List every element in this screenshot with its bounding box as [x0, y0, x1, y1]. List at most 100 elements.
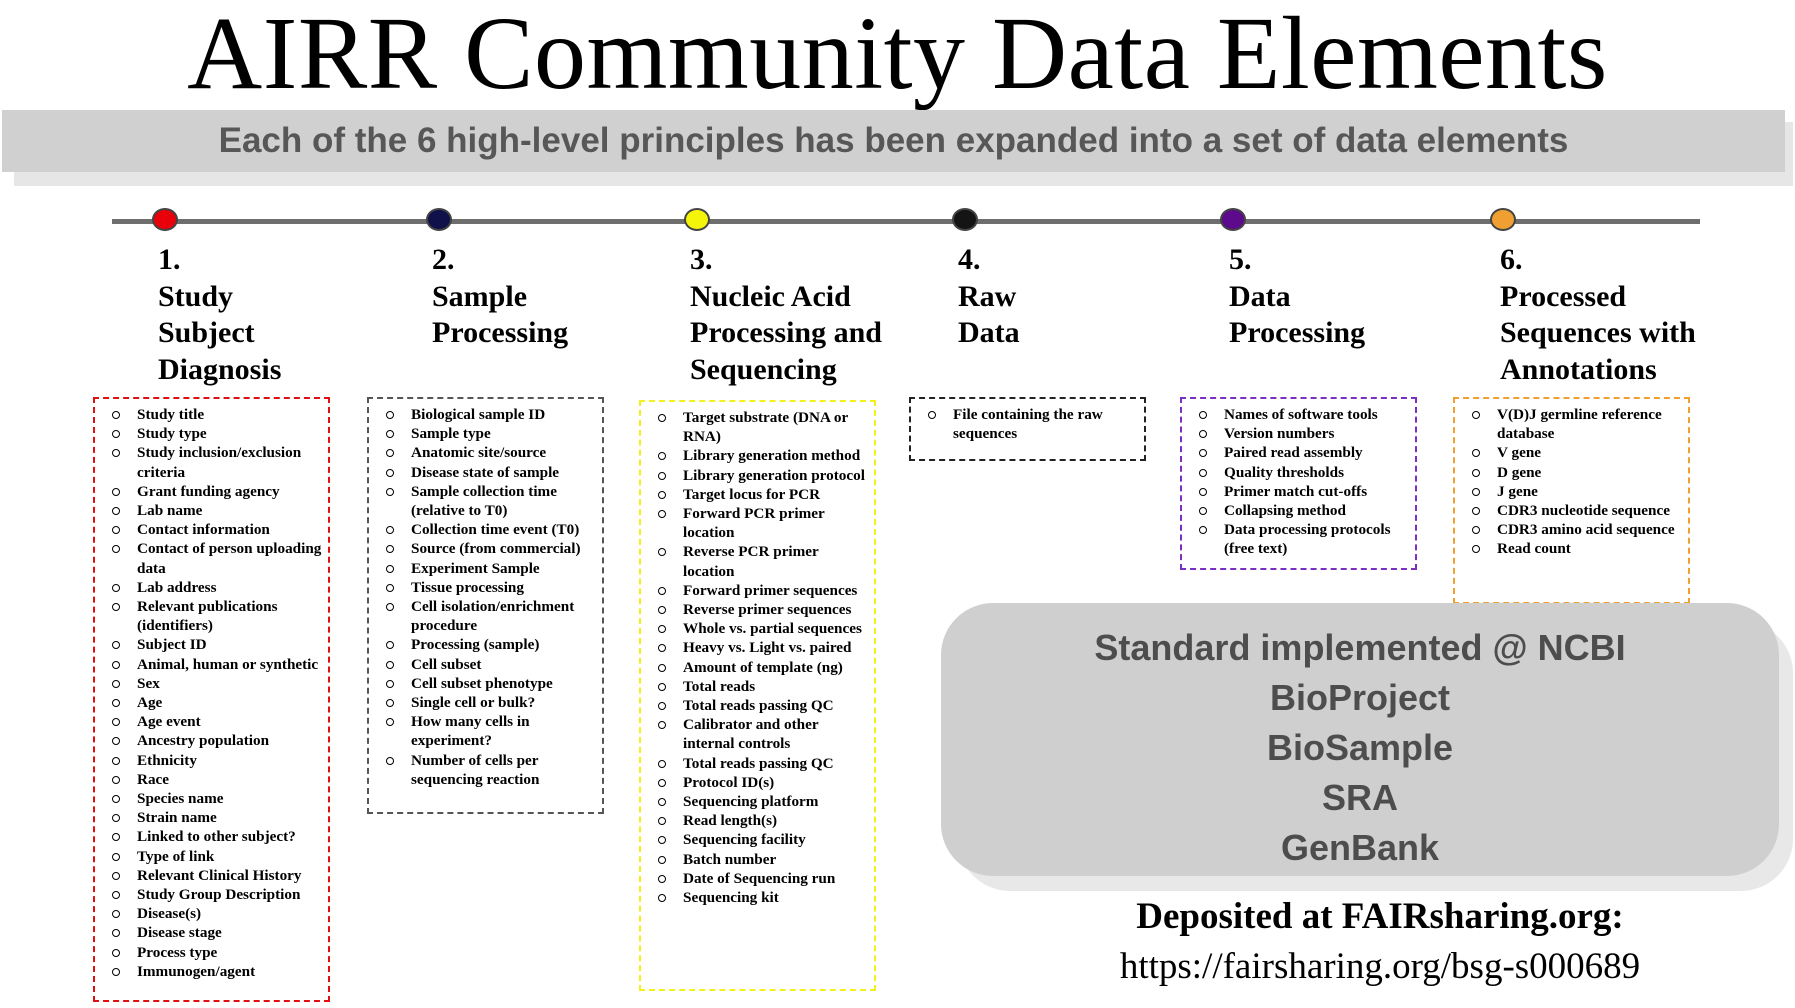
data-element-item: Contact information: [95, 520, 328, 539]
ncbi-line: GenBank: [1280, 827, 1440, 868]
data-elements-list: Study title Study type Study inclusion/exc…: [95, 405, 328, 981]
step-title-line: Sequences with: [1500, 316, 1696, 349]
data-element-item: Ancestry population: [95, 731, 328, 750]
data-element-item: Anatomic site/source: [369, 443, 602, 462]
data-element-item: Process type: [95, 943, 328, 962]
data-element-item: Total reads: [641, 677, 874, 696]
data-element-item: Study inclusion/exclusion criteria: [95, 443, 328, 481]
ncbi-line: Standard implemented @ NCBI: [1094, 627, 1626, 668]
data-element-item: Cell isolation/enrichment procedure: [369, 597, 602, 635]
step-title-line: Diagnosis: [158, 352, 282, 386]
data-element-item: Immunogen/agent: [95, 962, 328, 981]
data-elements-list: V(D)J germline reference database V gene D…: [1455, 405, 1688, 559]
timeline-node-1: [152, 208, 178, 231]
data-element-item: Study type: [95, 424, 328, 443]
data-element-item: Whole vs. partial sequences: [641, 619, 874, 638]
data-element-item: Collection time event (T0): [369, 520, 602, 539]
data-element-item: Calibrator and other internal controls: [641, 715, 874, 753]
data-element-item: Lab address: [95, 578, 328, 597]
timeline-node-6: [1490, 208, 1516, 231]
data-element-item: Names of software tools: [1182, 405, 1415, 424]
data-element-item: File containing the raw sequences: [911, 405, 1144, 443]
step-title-line: Annotations: [1500, 352, 1657, 386]
data-elements-box-4: File containing the raw sequences: [909, 397, 1146, 461]
data-element-item: Relevant Clinical History: [95, 866, 328, 885]
step-heading-6: 6. Processed Sequences with Annotations: [1500, 242, 1696, 388]
data-element-item: Amount of template (ng): [641, 658, 874, 677]
step-heading-5: 5. Data Processing: [1229, 242, 1365, 352]
data-element-item: Heavy vs. Light vs. paired: [641, 638, 874, 657]
data-element-item: Biological sample ID: [369, 405, 602, 424]
ncbi-standard-panel: Standard implemented @ NCBI BioProject B…: [941, 603, 1779, 876]
step-title-line: Data: [1229, 279, 1291, 313]
data-element-item: Grant funding agency: [95, 482, 328, 501]
data-elements-list: Names of software tools Version numbers Pa…: [1182, 405, 1415, 559]
data-elements-list: Biological sample ID Sample type Anatomic …: [369, 405, 602, 789]
data-element-item: Age: [95, 693, 328, 712]
data-element-item: Subject ID: [95, 635, 328, 654]
data-element-item: How many cells in experiment?: [369, 712, 602, 750]
data-element-item: Sequencing kit: [641, 888, 874, 907]
data-element-item: Number of cells per sequencing reaction: [369, 751, 602, 789]
step-number: 6.: [1500, 243, 1523, 276]
data-element-item: V gene: [1455, 443, 1688, 462]
data-element-item: Date of Sequencing run: [641, 869, 874, 888]
data-element-item: Study title: [95, 405, 328, 424]
step-title-line: Data: [958, 316, 1020, 349]
data-element-item: J gene: [1455, 482, 1688, 501]
data-element-item: CDR3 amino acid sequence: [1455, 520, 1688, 539]
deposit-label: Deposited at FAIRsharing.org:: [1136, 896, 1624, 937]
data-element-item: Tissue processing: [369, 578, 602, 597]
data-element-item: Relevant publications (identifiers): [95, 597, 328, 635]
step-number: 3.: [690, 243, 713, 276]
data-element-item: Sequencing facility: [641, 830, 874, 849]
data-element-item: Target locus for PCR: [641, 485, 874, 504]
data-element-item: Sample collection time (relative to T0): [369, 482, 602, 520]
data-element-item: Forward PCR primer location: [641, 504, 874, 542]
step-title-line: Raw: [958, 279, 1017, 313]
data-element-item: Batch number: [641, 850, 874, 869]
timeline-node-5: [1220, 208, 1246, 231]
step-title-line: Processing: [432, 316, 569, 349]
data-element-item: Age event: [95, 712, 328, 731]
data-element-item: Sample type: [369, 424, 602, 443]
step-title-line: Processed: [1500, 279, 1627, 313]
data-element-item: Type of link: [95, 847, 328, 866]
timeline-node-3: [684, 208, 710, 231]
data-element-item: Cell subset: [369, 655, 602, 674]
data-element-item: Reverse PCR primer location: [641, 542, 874, 580]
data-element-item: Disease state of sample: [369, 463, 602, 482]
ncbi-line: BioSample: [1266, 727, 1454, 768]
step-title-line: Study: [158, 279, 234, 313]
data-element-item: Single cell or bulk?: [369, 693, 602, 712]
data-element-item: Total reads passing QC: [641, 696, 874, 715]
data-element-item: Species name: [95, 789, 328, 808]
step-heading-2: 2. Sample Processing: [432, 242, 568, 352]
data-element-item: Primer match cut-offs: [1182, 482, 1415, 501]
data-element-item: Sex: [95, 674, 328, 693]
data-element-item: Data processing protocols (free text): [1182, 520, 1415, 558]
step-number: 4.: [958, 243, 981, 276]
step-heading-3: 3. Nucleic Acid Processing and Sequencing: [690, 242, 882, 388]
data-element-item: Quality thresholds: [1182, 463, 1415, 482]
data-elements-box-5: Names of software tools Version numbers Pa…: [1180, 397, 1417, 570]
step-title-line: Subject: [158, 316, 255, 349]
data-elements-box-6: V(D)J germline reference database V gene D…: [1453, 397, 1690, 604]
data-element-item: Collapsing method: [1182, 501, 1415, 520]
ncbi-line: BioProject: [1269, 677, 1451, 718]
step-title-line: Processing and: [690, 316, 882, 349]
subtitle-banner: Each of the 6 high-level principles has …: [2, 110, 1785, 172]
timeline-line: [112, 219, 1700, 224]
data-element-item: V(D)J germline reference database: [1455, 405, 1688, 443]
data-element-item: Reverse primer sequences: [641, 600, 874, 619]
timeline-node-2: [426, 208, 452, 231]
step-title-line: Processing: [1229, 316, 1366, 349]
page-title: AIRR Community Data Elements: [187, 0, 1608, 111]
data-element-item: Study Group Description: [95, 885, 328, 904]
data-element-item: Library generation method: [641, 446, 874, 465]
data-elements-box-1: Study title Study type Study inclusion/exc…: [93, 397, 330, 1002]
step-number: 1.: [158, 243, 181, 276]
data-element-item: Race: [95, 770, 328, 789]
data-element-item: Contact of person uploading data: [95, 539, 328, 577]
fairsharing-url: https://fairsharing.org/bsg-s000689: [1119, 946, 1641, 987]
